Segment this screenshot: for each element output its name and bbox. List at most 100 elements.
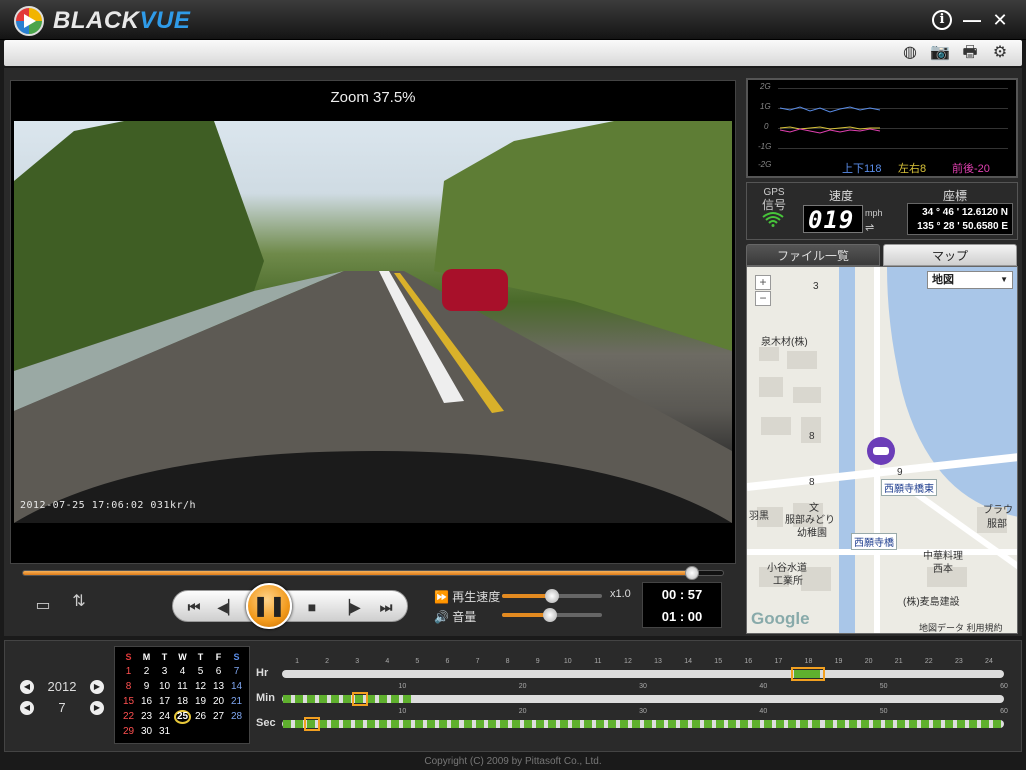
first-file-icon[interactable]: ⏮ xyxy=(183,598,205,616)
app-title-black: BLACK xyxy=(53,7,140,34)
map-label-nishiganji: 西願寺橋 xyxy=(851,533,897,550)
calendar-day[interactable]: 29 xyxy=(120,725,137,739)
volume-slider[interactable] xyxy=(502,608,602,622)
minimize-button[interactable]: — xyxy=(962,10,982,30)
tab-file-list[interactable]: ファイル一覧 xyxy=(746,244,880,266)
year-prev-icon[interactable]: ◀ xyxy=(20,680,34,694)
second-recorded-segment xyxy=(920,720,929,728)
last-file-icon[interactable]: ⏭ xyxy=(375,598,397,616)
calendar-day[interactable]: 14 xyxy=(228,680,245,694)
calendar-day[interactable]: 24 xyxy=(156,710,173,724)
second-recorded-segment xyxy=(343,720,352,728)
camera-icon[interactable]: 📷 xyxy=(929,43,951,63)
calendar-day[interactable]: 1 xyxy=(120,665,137,679)
minute-label: Min xyxy=(256,692,275,704)
hour-timeline[interactable]: 1 2 3 4 5 6 7 8 9 10 11 12 13 14 15 16 17 18 19 20 21 22 23 24 xyxy=(282,658,1004,681)
unit-toggle-icon[interactable]: ⇌ xyxy=(865,221,874,234)
fullscreen-icon[interactable]: ▭ xyxy=(30,594,56,618)
calendar-day[interactable]: 21 xyxy=(228,695,245,709)
second-recorded-segment xyxy=(583,720,592,728)
calendar-day[interactable]: 19 xyxy=(192,695,209,709)
second-tick: 50 xyxy=(879,708,888,715)
calendar-weekday: T xyxy=(197,652,204,662)
second-recorded-segment xyxy=(355,720,364,728)
calendar-day[interactable]: 16 xyxy=(138,695,155,709)
next-frame-icon[interactable]: ▕▶ xyxy=(339,598,361,616)
calendar-day[interactable]: 13 xyxy=(210,680,227,694)
speed-slider[interactable] xyxy=(502,589,602,603)
map-label-num: 8 xyxy=(809,431,815,442)
globe-icon[interactable]: ◍ xyxy=(899,43,921,63)
calendar-day[interactable]: 23 xyxy=(138,710,155,724)
minute-timeline[interactable]: 10 20 30 40 50 60 xyxy=(282,683,1008,706)
map-view[interactable]: + − 地図 ▼ 3 泉木材(株) 8 8 9 西願寺橋東 文 服部みどり 幼稚園… xyxy=(746,266,1018,634)
calendar-day[interactable]: 5 xyxy=(192,665,209,679)
calendar-day[interactable]: 7 xyxy=(228,665,245,679)
second-recorded-segment xyxy=(944,720,953,728)
calendar-day[interactable]: 27 xyxy=(210,710,227,724)
year-next-icon[interactable]: ▶ xyxy=(90,680,104,694)
stop-icon[interactable]: ■ xyxy=(301,598,323,616)
hour-tick: 1 xyxy=(295,658,299,665)
calendar-day[interactable]: 20 xyxy=(210,695,227,709)
map-zoom-out-button[interactable]: − xyxy=(755,291,771,306)
close-button[interactable]: ✕ xyxy=(990,10,1010,30)
minute-recorded-segment xyxy=(295,695,304,703)
tab-map[interactable]: マップ xyxy=(883,244,1017,266)
speed-digits: 019 xyxy=(808,206,855,234)
volume-label: 音量 xyxy=(452,610,477,624)
speed-slider-handle[interactable] xyxy=(545,589,559,603)
calendar-day[interactable]: 18 xyxy=(174,695,191,709)
second-recorded-segment xyxy=(403,720,412,728)
minute-selection[interactable] xyxy=(352,692,369,706)
hour-tick: 12 xyxy=(624,658,632,665)
printer-icon[interactable]: 🖶 xyxy=(959,43,981,63)
calendar-day[interactable]: 26 xyxy=(192,710,209,724)
second-timeline[interactable]: 10 20 30 40 50 60 xyxy=(282,708,1008,731)
second-recorded-segment xyxy=(884,720,893,728)
mirror-icon[interactable]: ⇅ xyxy=(66,590,92,614)
video-frame[interactable]: 2012-07-25 17:06:02 031kr/h xyxy=(14,121,732,523)
calendar-day[interactable]: 12 xyxy=(192,680,209,694)
info-icon[interactable]: i xyxy=(932,10,952,30)
calendar-day[interactable]: 15 xyxy=(120,695,137,709)
latitude: 34 ° 46 ' 12.6120 N xyxy=(922,207,1008,218)
calendar-day[interactable]: 31 xyxy=(156,725,173,739)
second-recorded-segment xyxy=(535,720,544,728)
second-selection[interactable] xyxy=(304,717,321,731)
calendar-day[interactable]: 10 xyxy=(156,680,173,694)
calendar-day[interactable]: 6 xyxy=(210,665,227,679)
hour-tick: 5 xyxy=(415,658,420,665)
calendar-day[interactable]: 11 xyxy=(174,680,191,694)
hour-selection[interactable] xyxy=(791,667,826,681)
speed-readout: 019 xyxy=(803,205,863,234)
second-recorded-segment xyxy=(848,720,857,728)
map-copyright-link[interactable]: 地図データ 利用規約 xyxy=(919,621,1003,633)
gear-icon[interactable]: ⚙ xyxy=(989,43,1011,63)
second-recorded-segment xyxy=(571,720,580,728)
seek-bar[interactable] xyxy=(22,566,724,580)
pause-button[interactable]: ❚❚ xyxy=(246,583,292,629)
calendar-day[interactable]: 30 xyxy=(138,725,155,739)
calendar-day[interactable]: 4 xyxy=(174,665,191,679)
month-prev-icon[interactable]: ◀ xyxy=(20,701,34,715)
volume-slider-handle[interactable] xyxy=(543,608,557,622)
calendar-day[interactable]: 28 xyxy=(228,710,245,724)
calendar-day[interactable]: 22 xyxy=(120,710,137,724)
prev-frame-icon[interactable]: ◀▏ xyxy=(217,598,239,616)
map-label-chuka-2: 西本 xyxy=(933,564,953,575)
map-label-hattori: 服部 xyxy=(987,519,1007,530)
map-zoom-in-button[interactable]: + xyxy=(755,275,771,290)
calendar-day[interactable]: 25 xyxy=(174,710,191,724)
map-type-select[interactable]: 地図 ▼ xyxy=(927,271,1013,289)
calendar-day[interactable]: 3 xyxy=(156,665,173,679)
calendar-day[interactable]: 2 xyxy=(138,665,155,679)
seek-bar-handle[interactable] xyxy=(684,566,699,580)
month-next-icon[interactable]: ▶ xyxy=(90,701,104,715)
calendar-day[interactable]: 17 xyxy=(156,695,173,709)
second-recorded-segment xyxy=(607,720,616,728)
map-label-kindergarten: 幼稚園 xyxy=(797,528,827,539)
second-recorded-segment xyxy=(692,720,701,728)
calendar-day[interactable]: 9 xyxy=(138,680,155,694)
calendar-day[interactable]: 8 xyxy=(120,680,137,694)
